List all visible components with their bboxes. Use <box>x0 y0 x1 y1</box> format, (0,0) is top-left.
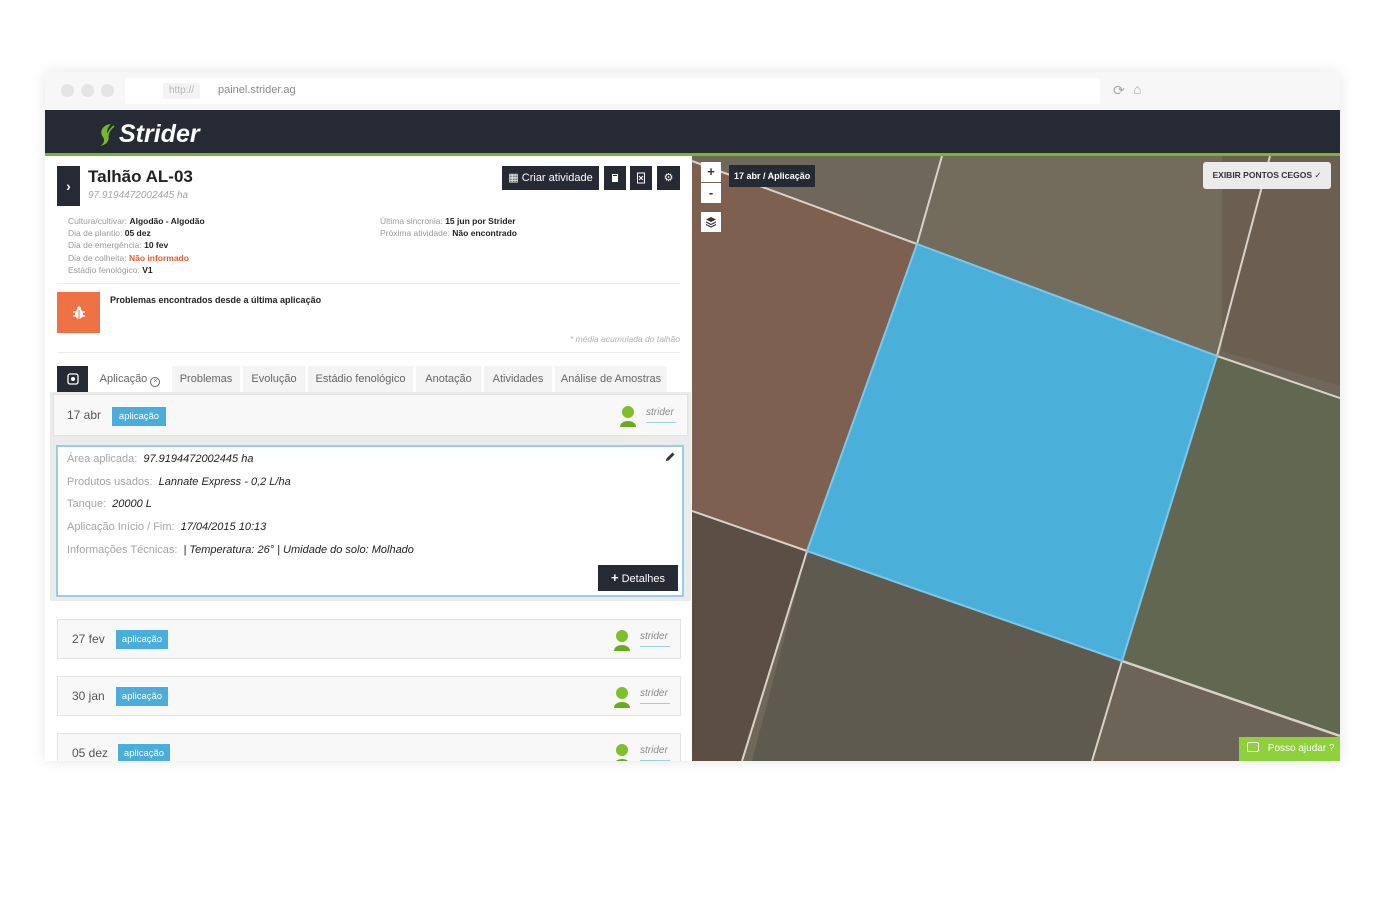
zoom-in-button[interactable]: + <box>701 162 721 182</box>
detail-area-row: Área aplicada: 97.9194472002445 ha <box>67 453 254 465</box>
application-badge: aplicação <box>112 407 166 426</box>
application-badge: aplicação <box>116 687 168 706</box>
user-underline <box>640 760 670 761</box>
tab-analise-amostras[interactable]: Análise de Amostras <box>555 366 667 392</box>
tab-atividades[interactable]: Atividades <box>484 366 552 392</box>
application-card[interactable]: 05 dez aplicação strider <box>57 733 681 761</box>
window-maximize-dot[interactable] <box>101 84 114 97</box>
user-underline <box>640 646 670 647</box>
details-button[interactable]: + Detalhes <box>598 565 678 591</box>
info-emergence: Dia de emergência: 10 fev <box>68 240 169 251</box>
application-user[interactable]: strider <box>640 688 668 699</box>
info-cultivar: Cultura/cultivar: Algodão - Algodão <box>68 216 205 226</box>
bug-icon <box>72 306 85 319</box>
layers-icon <box>705 217 717 228</box>
show-blind-spots-button[interactable]: EXIBIR PONTOS CEGOS ✓ <box>1203 162 1331 189</box>
application-date: 05 dez <box>72 746 109 760</box>
tab-evolucao[interactable]: Evolução <box>243 366 305 392</box>
application-user[interactable]: strider <box>640 745 668 756</box>
application-date: 27 fev <box>72 632 105 646</box>
window-minimize-dot[interactable] <box>81 84 94 97</box>
leaf-icon <box>100 123 115 146</box>
gear-icon: ⚙ <box>663 172 674 184</box>
zoom-out-button[interactable]: - <box>701 183 721 203</box>
calendar-icon: ▦ <box>508 172 519 184</box>
field-title: Talhão AL-03 <box>88 167 193 186</box>
field-panel: › Talhão AL-03 97.9194472002445 ha ▦ Cri… <box>45 156 692 761</box>
create-activity-button[interactable]: ▦ Criar atividade <box>502 166 599 190</box>
pencil-icon[interactable] <box>664 451 676 463</box>
field-info-left: Cultura/cultivar: Algodão - Algodão Dia … <box>68 215 205 276</box>
layers-button[interactable] <box>701 212 721 232</box>
application-card[interactable]: 17 abr aplicação strider <box>53 394 688 436</box>
reload-icon[interactable]: ⟳ <box>1113 82 1125 99</box>
detail-products-row: Produtos usados: Lannate Express - 0,2 L/… <box>67 476 291 488</box>
tab-estadio-fenologico[interactable]: Estádio fenológico <box>308 366 413 392</box>
application-badge: aplicação <box>116 630 168 649</box>
tab-aplicacao[interactable]: Aplicação × <box>91 366 169 392</box>
close-circle-icon[interactable]: × <box>150 377 161 387</box>
tab-problemas[interactable]: Problemas <box>172 366 240 392</box>
user-avatar-icon <box>620 406 636 427</box>
info-next-activity: Próxima atividade: Não encontrado <box>380 228 517 239</box>
application-card[interactable]: 27 fev aplicação strider <box>57 619 681 659</box>
export-file-button[interactable] <box>630 166 652 190</box>
tab-map-toggle[interactable] <box>57 366 88 392</box>
divider <box>57 352 680 353</box>
map-imagery <box>692 156 1340 761</box>
file-icon <box>637 172 645 184</box>
target-icon <box>66 373 79 385</box>
satellite-map[interactable]: + - 17 abr / Aplicação EXIBIR PONTOS CEG… <box>692 156 1340 761</box>
home-icon[interactable]: ⌂ <box>1133 81 1141 97</box>
application-card[interactable]: 30 jan aplicação strider <box>57 676 681 716</box>
user-underline <box>640 703 670 704</box>
detail-time-row: Aplicação Início / Fim: 17/04/2015 10:13 <box>67 521 267 533</box>
application-date: 17 abr <box>67 408 102 422</box>
url-text: painel.strider.ag <box>218 84 296 96</box>
divider <box>57 283 680 284</box>
browser-chrome: ‹ › http:// painel.strider.ag ⟳ ⌂ <box>45 72 1340 110</box>
url-bar[interactable]: http:// painel.strider.ag <box>125 78 1100 104</box>
chat-icon <box>1247 742 1259 752</box>
settings-button[interactable]: ⚙ <box>657 166 680 190</box>
expand-panel-button[interactable]: › <box>57 166 80 206</box>
window-close-dot[interactable] <box>61 84 74 97</box>
brand-logo[interactable]: Strider <box>97 120 200 149</box>
plus-icon: + <box>610 570 619 585</box>
info-stage: Estádio fenológico: V1 <box>68 264 153 275</box>
check-icon: ✓ <box>1314 170 1322 180</box>
application-user[interactable]: strider <box>646 407 674 418</box>
problems-badge[interactable] <box>57 292 100 333</box>
average-note: * média acumulada do talhão <box>569 334 680 344</box>
info-harvest: Dia de colheita: Não informado <box>68 252 189 263</box>
info-last-sync: Última sincronia: 15 jun por Strider <box>380 216 516 226</box>
application-user[interactable]: strider <box>640 631 668 642</box>
detail-tank-row: Tanque: 20000 L <box>67 498 152 510</box>
tab-anotacao[interactable]: Anotação <box>416 366 481 392</box>
application-badge: aplicação <box>118 744 170 761</box>
field-info-right: Última sincronia: 15 jun por Strider Pró… <box>380 215 517 239</box>
map-date-label: 17 abr / Aplicação <box>729 165 816 187</box>
book-icon <box>612 174 618 182</box>
url-protocol: http:// <box>163 83 201 99</box>
chevron-right-icon: › <box>66 178 71 194</box>
detail-tech-row: Informações Técnicas: | Temperatura: 26° … <box>67 544 414 556</box>
user-avatar-icon <box>616 744 628 761</box>
brand-name: Strider <box>119 120 200 148</box>
browser-window: ‹ › http:// painel.strider.ag ⟳ ⌂ Stride… <box>45 72 1340 761</box>
application-detail: Área aplicada: 97.9194472002445 ha Produt… <box>56 445 684 597</box>
app-header: Strider <box>45 110 1340 156</box>
book-button[interactable] <box>604 166 626 190</box>
application-date: 30 jan <box>72 689 105 703</box>
help-chat-button[interactable]: Posso ajudar ? <box>1239 737 1340 761</box>
user-underline <box>646 422 676 423</box>
user-avatar-icon <box>614 687 630 708</box>
user-avatar-icon <box>614 630 630 651</box>
info-planting: Dia de plantio: 05 dez <box>68 228 151 239</box>
problems-text: Problemas encontrados desde a última apl… <box>110 295 322 305</box>
field-area: 97.9194472002445 ha <box>88 190 189 201</box>
